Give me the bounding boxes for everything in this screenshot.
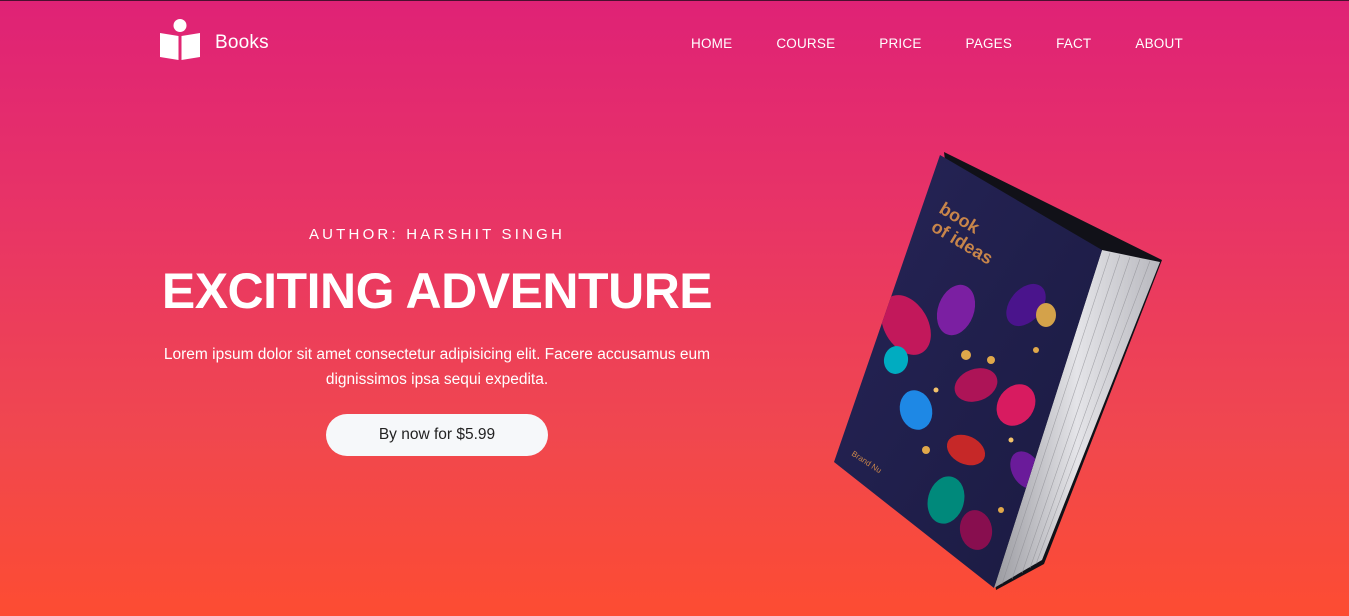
top-border [0,0,1349,1]
nav-about[interactable]: ABOUT [1135,36,1183,51]
book-image: book of ideas Brand Nu [826,150,1166,590]
hero-author: AUTHOR: HARSHIT SINGH [308,226,566,243]
hero-description: Lorem ipsum dolor sit amet consectetur a… [163,346,711,388]
nav-home[interactable]: HOME [691,36,732,51]
nav-course[interactable]: COURSE [776,36,835,51]
nav-pages[interactable]: PAGES [966,36,1013,51]
reading-person-icon [160,19,200,60]
hero-title: EXCITING ADVENTURE [161,263,713,319]
nav-fact[interactable]: FACT [1056,36,1091,51]
hero-section: AUTHOR: HARSHIT SINGH EXCITING ADVENTURE… [117,226,757,456]
brand-logo-link[interactable]: Books [159,19,269,61]
main-nav: HOME COURSE PRICE PAGES FACT ABOUT [691,33,1183,52]
nav-price[interactable]: PRICE [879,36,921,51]
book-illustration: book of ideas Brand Nu [834,152,1162,590]
brand-name: Books [215,32,269,53]
buy-now-button[interactable]: By now for $5.99 [326,414,548,456]
